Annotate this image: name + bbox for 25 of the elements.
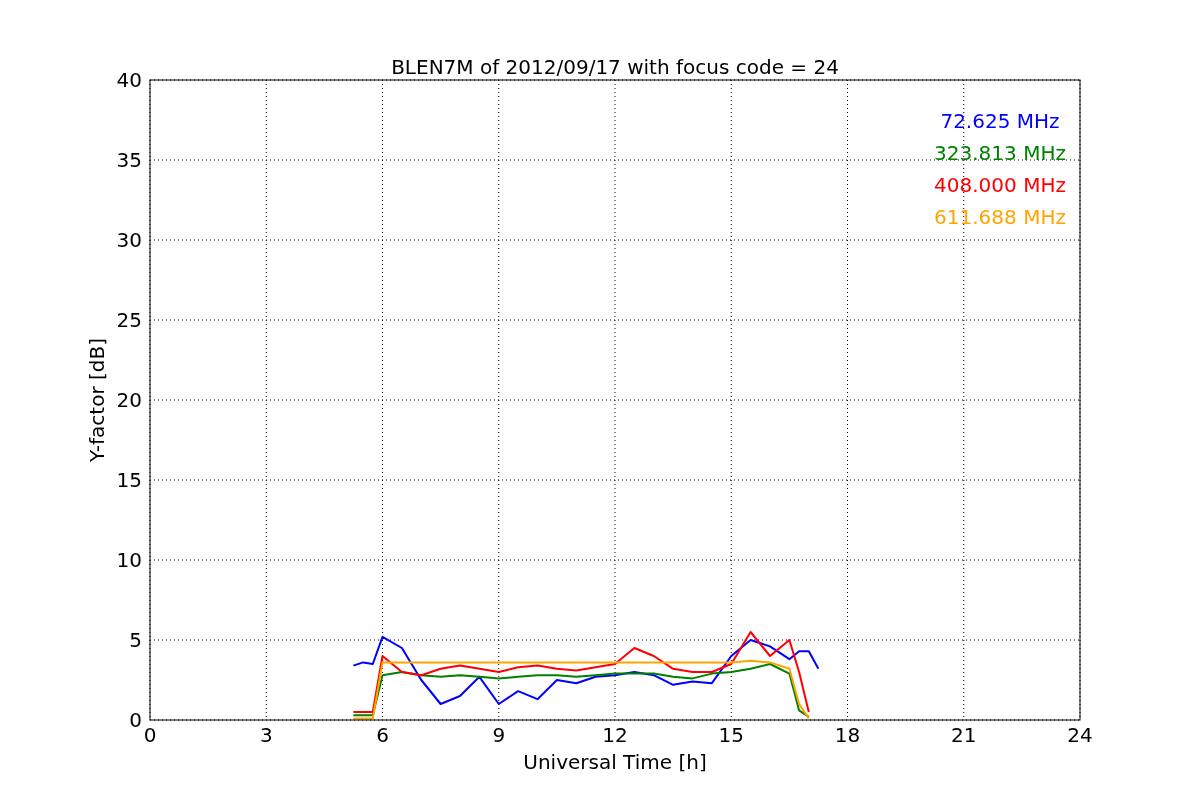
x-tick-label: 21: [951, 723, 977, 747]
y-tick-label: 15: [116, 468, 142, 492]
x-tick-label: 12: [602, 723, 628, 747]
y-tick-label: 20: [116, 388, 142, 412]
y-tick-label: 25: [116, 308, 142, 332]
y-tick-label: 5: [129, 628, 142, 652]
legend-entry: 611.688 MHz: [934, 205, 1066, 229]
y-tick-label: 40: [116, 68, 142, 92]
x-tick-label: 9: [492, 723, 506, 747]
x-tick-label: 3: [259, 723, 273, 747]
x-tick-label: 0: [143, 723, 157, 747]
chart-title: BLEN7M of 2012/09/17 with focus code = 24: [391, 55, 839, 79]
y-tick-label: 10: [116, 548, 142, 572]
legend-entry: 408.000 MHz: [934, 173, 1066, 197]
y-axis-label: Y-factor [dB]: [85, 338, 109, 462]
x-tick-label: 6: [376, 723, 389, 747]
y-tick-label: 0: [129, 708, 142, 732]
y-tick-label: 30: [116, 228, 142, 252]
x-tick-label: 18: [834, 723, 861, 747]
legend-entry: 323.813 MHz: [934, 141, 1066, 165]
legend-entry: 72.625 MHz: [940, 109, 1060, 133]
y-tick-label: 35: [116, 148, 142, 172]
x-tick-label: 15: [718, 723, 744, 747]
x-tick-label: 24: [1067, 723, 1093, 747]
x-axis-label: Universal Time [h]: [523, 750, 707, 774]
